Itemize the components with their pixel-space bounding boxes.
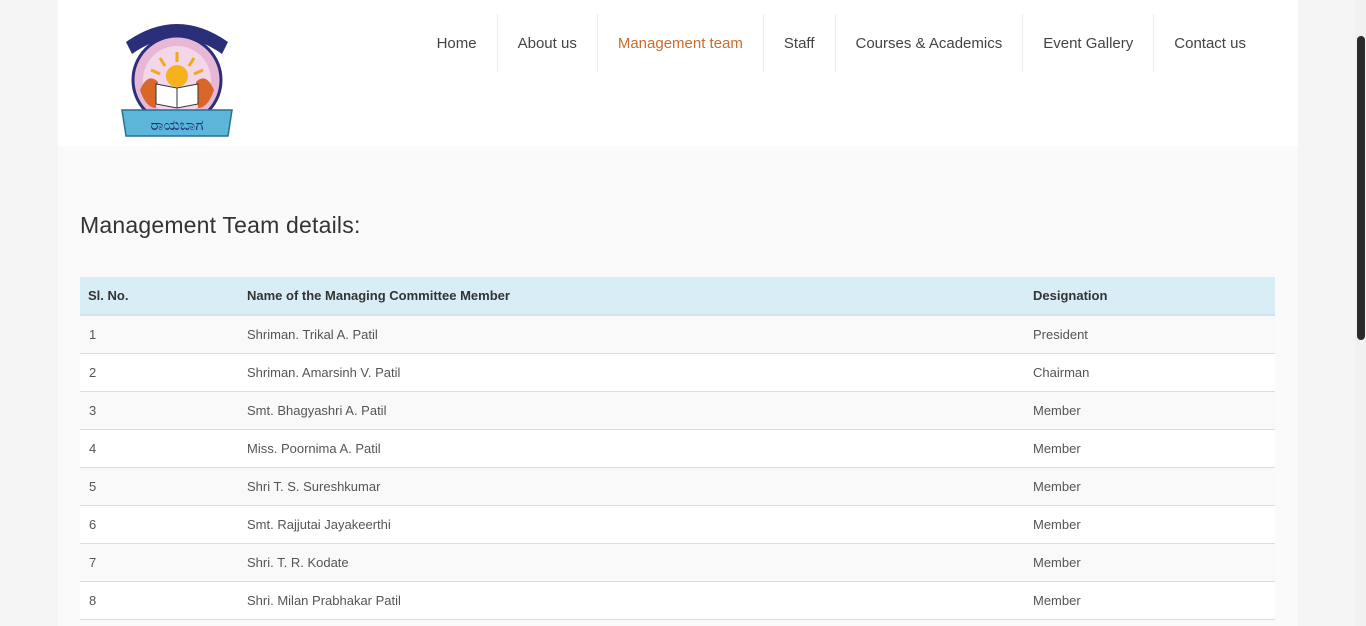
cell-sl-no: 2 bbox=[80, 353, 239, 392]
cell-member-name: Shriman. Amarsinh V. Patil bbox=[239, 353, 1025, 392]
cell-member-name: Shri T. S. Sureshkumar bbox=[239, 467, 1025, 506]
table-row: 4 Miss. Poornima A. Patil Member bbox=[80, 429, 1275, 468]
page-container: ರಾಯಬಾಗ Home About us Management team Sta… bbox=[58, 0, 1298, 626]
cell-sl-no: 6 bbox=[80, 505, 239, 544]
logo-text: ರಾಯಬಾಗ bbox=[151, 116, 204, 134]
cell-designation: Member bbox=[1025, 581, 1275, 620]
page-scrollbar[interactable] bbox=[1355, 0, 1366, 626]
table-row: 6 Smt. Rajjutai Jayakeerthi Member bbox=[80, 505, 1275, 544]
cell-member-name: Shri. T. R. Kodate bbox=[239, 543, 1025, 582]
table-row: 3 Smt. Bhagyashri A. Patil Member bbox=[80, 391, 1275, 430]
cell-sl-no: 8 bbox=[80, 581, 239, 620]
page-title: Management Team details: bbox=[80, 212, 361, 238]
table-row: 5 Shri T. S. Sureshkumar Member bbox=[80, 467, 1275, 506]
header-designation: Designation bbox=[1025, 277, 1275, 316]
cell-sl-no: 5 bbox=[80, 467, 239, 506]
nav-management-team[interactable]: Management team bbox=[596, 14, 763, 72]
table-header-row: Sl. No. Name of the Managing Committee M… bbox=[80, 277, 1275, 316]
header-sl-no: Sl. No. bbox=[80, 277, 239, 316]
cell-designation: Member bbox=[1025, 505, 1275, 544]
cell-sl-no: 7 bbox=[80, 543, 239, 582]
nav-event-gallery[interactable]: Event Gallery bbox=[1022, 14, 1153, 72]
nav-home[interactable]: Home bbox=[417, 14, 497, 72]
table-row: 7 Shri. T. R. Kodate Member bbox=[80, 543, 1275, 582]
nav-contact-us[interactable]: Contact us bbox=[1153, 14, 1266, 72]
cell-member-name: Shriman. Trikal A. Patil bbox=[239, 315, 1025, 354]
table-row: 2 Shriman. Amarsinh V. Patil Chairman bbox=[80, 353, 1275, 392]
cell-sl-no: 4 bbox=[80, 429, 239, 468]
main-nav: Home About us Management team Staff Cour… bbox=[417, 14, 1266, 72]
nav-courses-academics[interactable]: Courses & Academics bbox=[834, 14, 1023, 72]
cell-sl-no: 3 bbox=[80, 391, 239, 430]
table-row: 1 Shriman. Trikal A. Patil President bbox=[80, 315, 1275, 354]
table-row: 8 Shri. Milan Prabhakar Patil Member bbox=[80, 581, 1275, 620]
scrollbar-thumb[interactable] bbox=[1357, 36, 1365, 340]
cell-member-name: Miss. Poornima A. Patil bbox=[239, 429, 1025, 468]
header-member-name: Name of the Managing Committee Member bbox=[239, 277, 1025, 316]
cell-designation: President bbox=[1025, 315, 1275, 354]
institution-logo-icon[interactable]: ರಾಯಬಾಗ bbox=[118, 12, 236, 142]
cell-designation: Member bbox=[1025, 391, 1275, 430]
site-header: ರಾಯಬಾಗ Home About us Management team Sta… bbox=[58, 0, 1298, 146]
cell-member-name: Smt. Rajjutai Jayakeerthi bbox=[239, 505, 1025, 544]
cell-designation: Member bbox=[1025, 429, 1275, 468]
cell-designation: Member bbox=[1025, 467, 1275, 506]
cell-designation: Member bbox=[1025, 543, 1275, 582]
cell-designation: Chairman bbox=[1025, 353, 1275, 392]
cell-sl-no: 1 bbox=[80, 315, 239, 354]
cell-member-name: Shri. Milan Prabhakar Patil bbox=[239, 581, 1025, 620]
nav-staff[interactable]: Staff bbox=[762, 14, 835, 72]
nav-about-us[interactable]: About us bbox=[496, 14, 597, 72]
management-table: Sl. No. Name of the Managing Committee M… bbox=[80, 277, 1275, 620]
cell-member-name: Smt. Bhagyashri A. Patil bbox=[239, 391, 1025, 430]
